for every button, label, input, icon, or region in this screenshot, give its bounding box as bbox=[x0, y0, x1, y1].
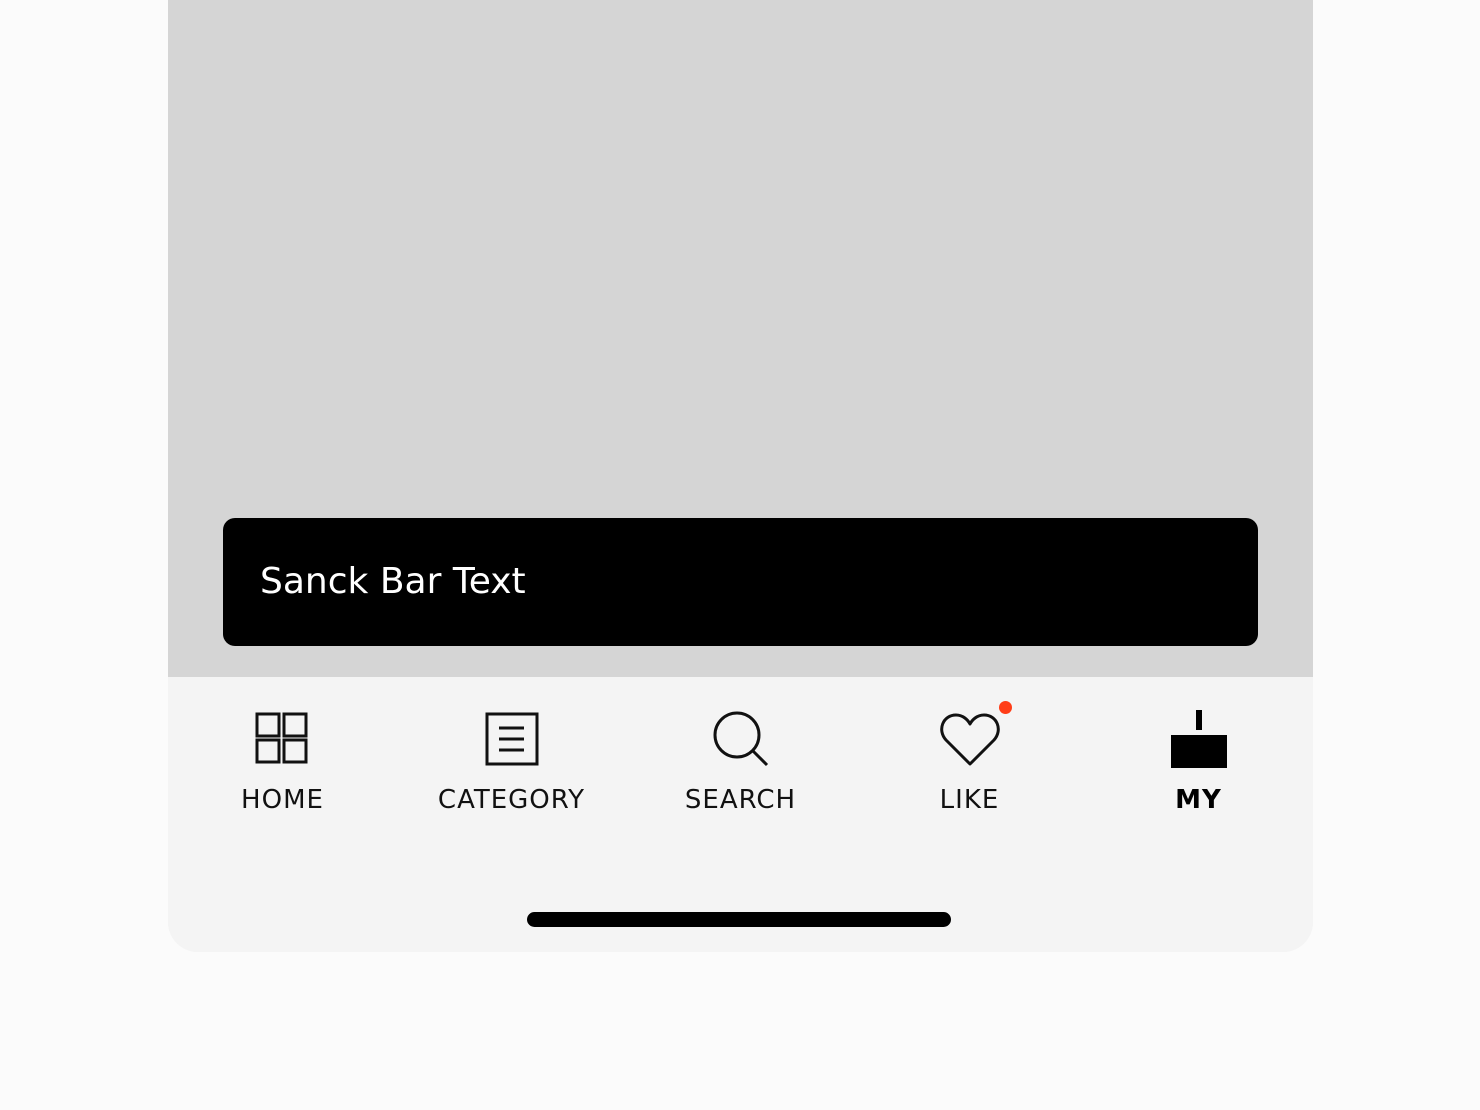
list-document-icon bbox=[482, 707, 542, 771]
tab-label-my: MY bbox=[1175, 785, 1222, 815]
phone-screen: Sanck Bar Text HOME CATEGORY SEARCH LIKE… bbox=[168, 0, 1313, 952]
home-indicator bbox=[527, 912, 951, 927]
snackbar-text: Sanck Bar Text bbox=[260, 561, 526, 602]
my-page-icon bbox=[1169, 707, 1229, 771]
heart-icon bbox=[939, 701, 1012, 771]
grid-icon bbox=[253, 707, 313, 771]
snackbar[interactable]: Sanck Bar Text bbox=[223, 518, 1258, 646]
content-area: Sanck Bar Text bbox=[168, 0, 1313, 677]
tab-like[interactable]: LIKE bbox=[855, 701, 1084, 827]
tab-my[interactable]: MY bbox=[1084, 707, 1313, 827]
tab-label-search: SEARCH bbox=[684, 785, 797, 815]
tab-category[interactable]: CATEGORY bbox=[397, 707, 626, 827]
bottom-tab-bar: HOME CATEGORY SEARCH LIKE MY bbox=[168, 677, 1313, 952]
tab-label-home: HOME bbox=[241, 785, 324, 815]
notification-badge-dot bbox=[998, 701, 1012, 714]
search-icon bbox=[711, 707, 771, 771]
tab-search[interactable]: SEARCH bbox=[626, 707, 855, 827]
tab-label-like: LIKE bbox=[939, 785, 1000, 815]
tab-label-category: CATEGORY bbox=[437, 785, 586, 815]
tab-home[interactable]: HOME bbox=[168, 707, 397, 827]
